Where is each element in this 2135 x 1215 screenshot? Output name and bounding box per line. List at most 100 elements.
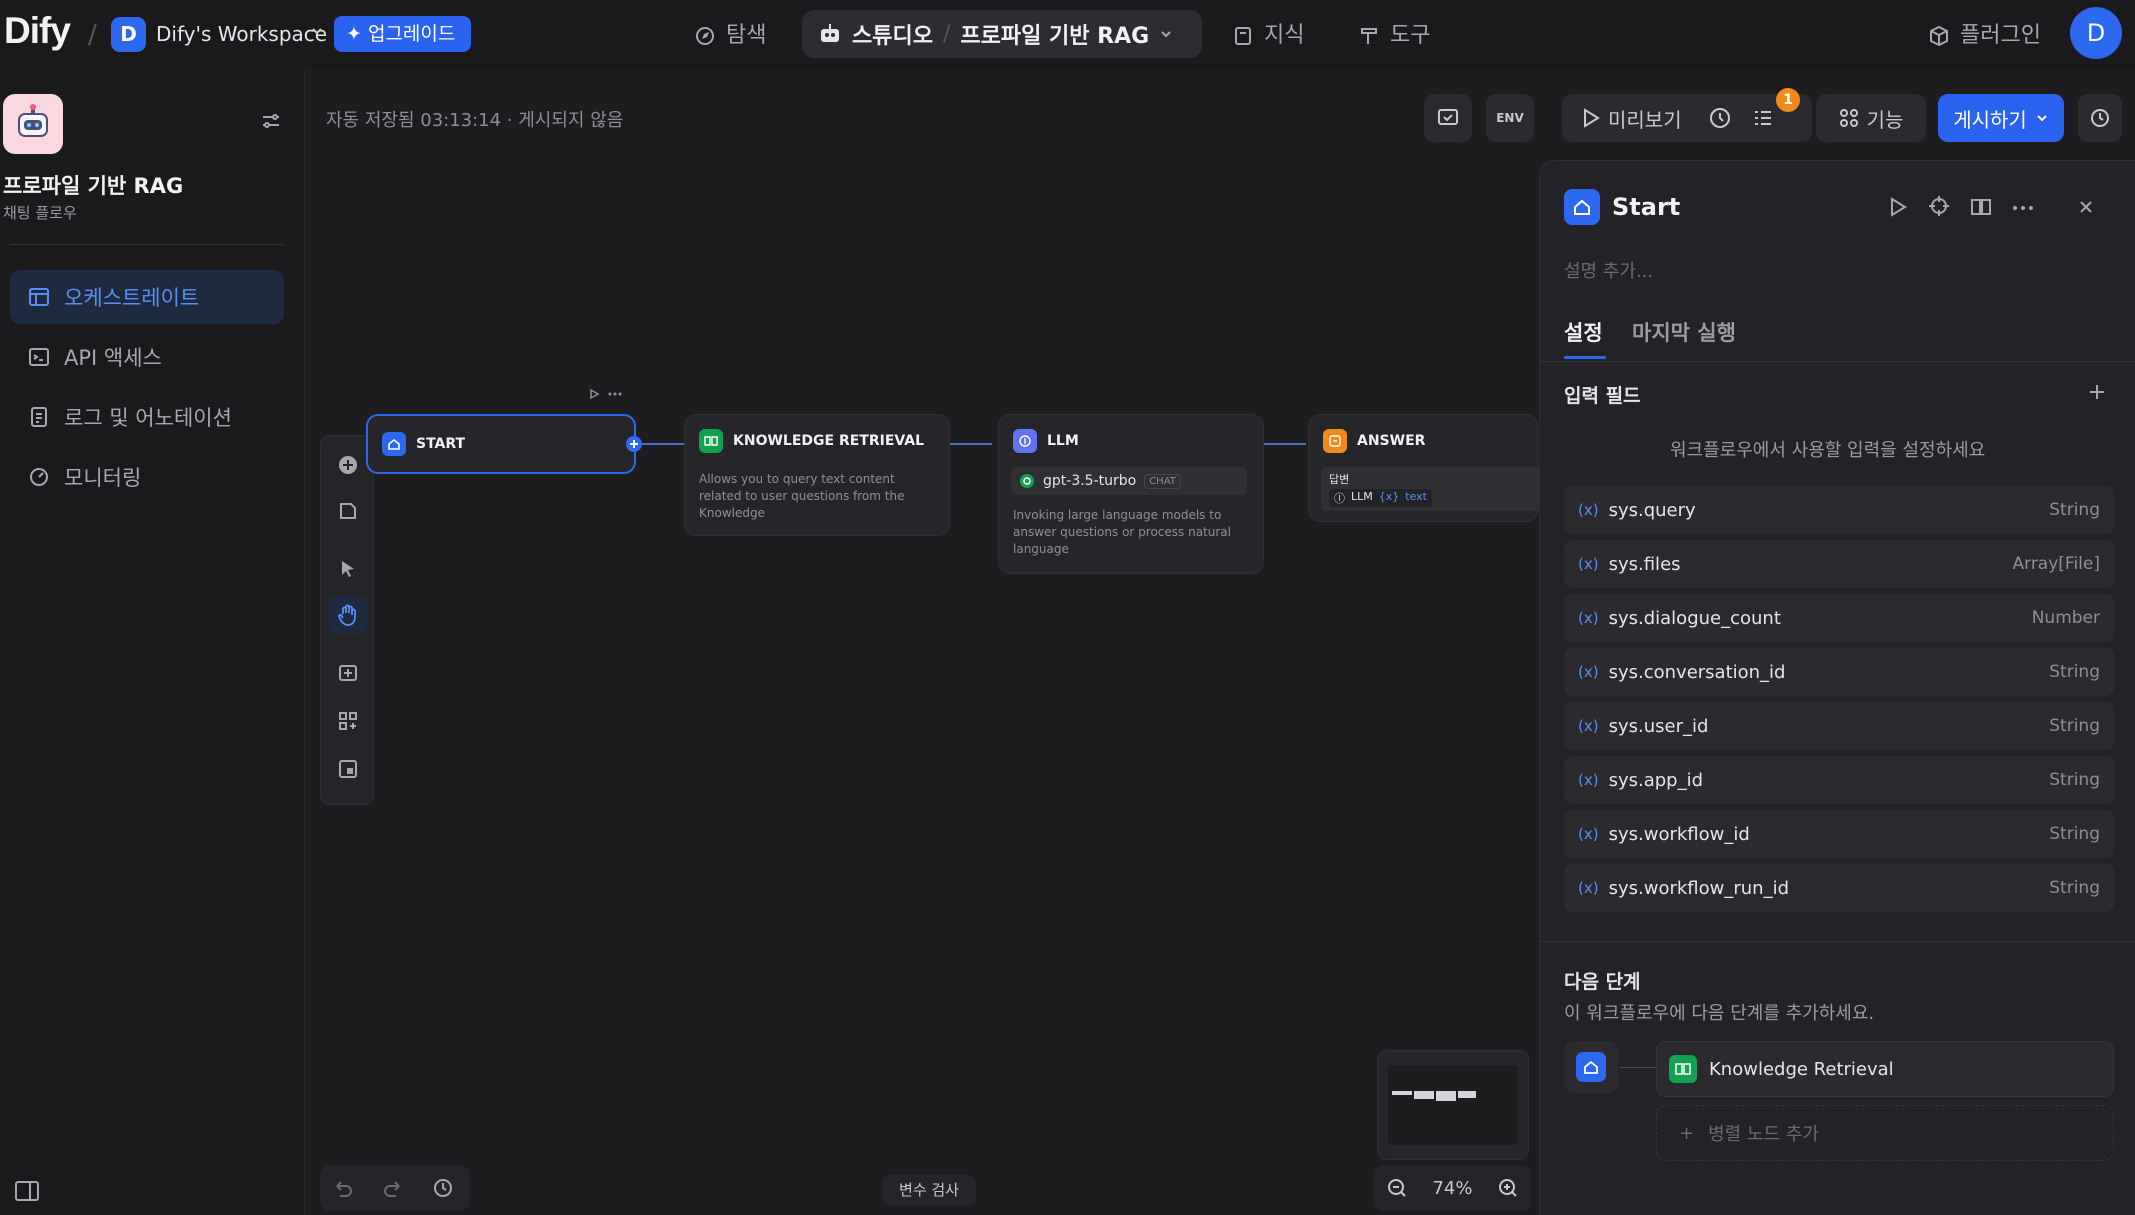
nav-tools[interactable]: 도구 bbox=[1358, 17, 1430, 55]
checklist-icon[interactable] bbox=[1752, 107, 1774, 129]
zoom-in-icon[interactable] bbox=[1497, 1177, 1519, 1199]
env-button[interactable]: ENV bbox=[1486, 94, 1534, 142]
zoom-out-icon[interactable] bbox=[1386, 1177, 1408, 1199]
sidebar-item-logs[interactable]: 로그 및 어노테이션 bbox=[10, 390, 284, 444]
nav-explore[interactable]: 탐색 bbox=[694, 17, 766, 55]
variable-name: sys.user_id bbox=[1608, 715, 1709, 737]
add-parallel-node-button[interactable]: + 병렬 노드 추가 bbox=[1656, 1105, 2114, 1161]
next-node-knowledge-retrieval[interactable]: Knowledge Retrieval bbox=[1656, 1041, 2114, 1097]
sidebar-item-api[interactable]: API 액세스 bbox=[10, 330, 284, 384]
run-node-icon[interactable] bbox=[1888, 197, 1908, 217]
system-variable-row[interactable]: (x) sys.conversation_id String bbox=[1564, 648, 2114, 696]
add-next-node-handle[interactable] bbox=[626, 436, 642, 452]
sidebar-collapse-icon[interactable] bbox=[14, 1180, 40, 1202]
minimap-toggle-icon[interactable] bbox=[329, 750, 367, 788]
variable-type: String bbox=[2049, 662, 2100, 682]
system-variable-row[interactable]: (x) sys.workflow_id String bbox=[1564, 810, 2114, 858]
tab-settings[interactable]: 설정 bbox=[1564, 317, 1603, 347]
nav-studio[interactable]: 스튜디오 / 프로파일 기반 RAG bbox=[802, 10, 1202, 58]
features-label: 기능 bbox=[1866, 107, 1904, 132]
tab-last-run[interactable]: 마지막 실행 bbox=[1632, 317, 1736, 347]
version-history-button[interactable] bbox=[2078, 94, 2122, 142]
system-variable-row[interactable]: (x) sys.query String bbox=[1564, 486, 2114, 534]
system-variable-row[interactable]: (x) sys.dialogue_count Number bbox=[1564, 594, 2114, 642]
next-node-label: Knowledge Retrieval bbox=[1709, 1058, 1894, 1080]
more-icon[interactable] bbox=[2012, 205, 2034, 211]
autosave-status: 자동 저장됨 03:13:14 · 게시되지 않음 bbox=[326, 110, 624, 131]
model-tag: CHAT bbox=[1144, 473, 1181, 489]
node-start[interactable]: START bbox=[366, 414, 642, 474]
ref-node: LLM bbox=[1351, 490, 1373, 503]
book-icon[interactable] bbox=[1970, 197, 1992, 217]
history-clock-icon[interactable] bbox=[1708, 106, 1732, 130]
workspace-name[interactable]: Dify's Workspace bbox=[156, 22, 327, 46]
nav-app-label[interactable]: 프로파일 기반 RAG bbox=[960, 18, 1149, 50]
add-input-icon[interactable] bbox=[2088, 383, 2106, 401]
add-note-icon[interactable] bbox=[329, 492, 367, 530]
node-answer[interactable]: ANSWER 답변 ⓛ LLM {x} text bbox=[1308, 414, 1551, 522]
upgrade-button[interactable]: ✦ 업그레이드 bbox=[334, 16, 471, 52]
preview-label[interactable]: 미리보기 bbox=[1608, 104, 1682, 133]
features-button[interactable]: 기능 bbox=[1816, 94, 1926, 142]
zoom-level[interactable]: 74% bbox=[1432, 1178, 1472, 1199]
redo-icon[interactable] bbox=[382, 1177, 404, 1199]
sidebar-item-label: 오케스트레이트 bbox=[64, 286, 200, 310]
separator: / bbox=[942, 21, 951, 47]
app-title: 프로파일 기반 RAG bbox=[3, 174, 184, 198]
play-icon[interactable] bbox=[1582, 108, 1600, 128]
crosshair-icon[interactable] bbox=[1928, 195, 1950, 217]
user-avatar[interactable]: D bbox=[2070, 7, 2122, 59]
plus-icon: + bbox=[1679, 1122, 1695, 1144]
hand-icon[interactable] bbox=[329, 596, 367, 634]
run-node-icon[interactable] bbox=[588, 388, 600, 400]
system-variable-row[interactable]: (x) sys.workflow_run_id String bbox=[1564, 864, 2114, 912]
answer-icon bbox=[1323, 429, 1347, 453]
add-node-icon[interactable] bbox=[329, 446, 367, 484]
variable-inspect-button[interactable]: 변수 검사 bbox=[882, 1175, 976, 1205]
model-chip: gpt-3.5-turbo CHAT bbox=[1011, 467, 1247, 495]
dify-logo[interactable]: Dify bbox=[4, 10, 71, 52]
sidebar-item-monitoring[interactable]: 모니터링 bbox=[10, 450, 284, 504]
nav-plugins[interactable]: 플러그인 bbox=[1928, 17, 2041, 55]
nav-studio-label: 스튜디오 bbox=[852, 24, 933, 49]
undo-icon[interactable] bbox=[332, 1177, 354, 1199]
top-bar: Dify / D Dify's Workspace ✦ 업그레이드 탐색 스튜디… bbox=[0, 0, 2135, 70]
nav-knowledge[interactable]: 지식 bbox=[1232, 17, 1304, 55]
system-variable-row[interactable]: (x) sys.files Array[File] bbox=[1564, 540, 2114, 588]
variable-type: String bbox=[2049, 716, 2100, 736]
canvas-tool-palette bbox=[320, 435, 374, 805]
settings-sliders-icon[interactable] bbox=[260, 110, 282, 132]
checklist-button[interactable] bbox=[1424, 94, 1472, 142]
node-llm[interactable]: LLM gpt-3.5-turbo CHAT Invoking large la… bbox=[998, 414, 1264, 574]
pointer-icon[interactable] bbox=[329, 550, 367, 588]
divider bbox=[10, 244, 284, 245]
cube-icon bbox=[1928, 25, 1950, 47]
chevron-down-icon[interactable] bbox=[310, 24, 324, 38]
system-variable-row[interactable]: (x) sys.app_id String bbox=[1564, 756, 2114, 804]
node-title: LLM bbox=[1047, 433, 1079, 449]
variable-name: sys.conversation_id bbox=[1608, 661, 1786, 683]
history-icon[interactable] bbox=[432, 1177, 454, 1199]
workspace-avatar[interactable]: D bbox=[111, 17, 146, 52]
sidebar-item-orchestrate[interactable]: 오케스트레이트 bbox=[10, 270, 284, 324]
close-icon[interactable] bbox=[2078, 199, 2094, 215]
system-variable-row[interactable]: (x) sys.user_id String bbox=[1564, 702, 2114, 750]
book-open-icon bbox=[1669, 1055, 1697, 1083]
more-icon[interactable] bbox=[608, 388, 622, 400]
node-knowledge-retrieval[interactable]: KNOWLEDGE RETRIEVAL Allows you to query … bbox=[684, 414, 950, 536]
sidebar-item-label: 로그 및 어노테이션 bbox=[64, 406, 232, 430]
answer-content: 답변 ⓛ LLM {x} text bbox=[1321, 467, 1551, 511]
env-label: ENV bbox=[1496, 111, 1524, 125]
publish-button[interactable]: 게시하기 bbox=[1938, 94, 2064, 142]
compass-icon bbox=[694, 25, 716, 47]
organize-blocks-icon[interactable] bbox=[329, 702, 367, 740]
minimap[interactable] bbox=[1377, 1050, 1529, 1160]
chevron-down-icon[interactable] bbox=[1159, 27, 1173, 41]
nav-explore-label: 탐색 bbox=[726, 23, 767, 48]
chevron-down-icon bbox=[2035, 111, 2049, 125]
connector-line bbox=[1620, 1067, 1656, 1068]
edge-llm-answer bbox=[1260, 443, 1306, 445]
variable-icon: (x) bbox=[1578, 663, 1599, 681]
export-image-icon[interactable] bbox=[329, 654, 367, 692]
description-input[interactable]: 설명 추가... bbox=[1564, 257, 1653, 283]
